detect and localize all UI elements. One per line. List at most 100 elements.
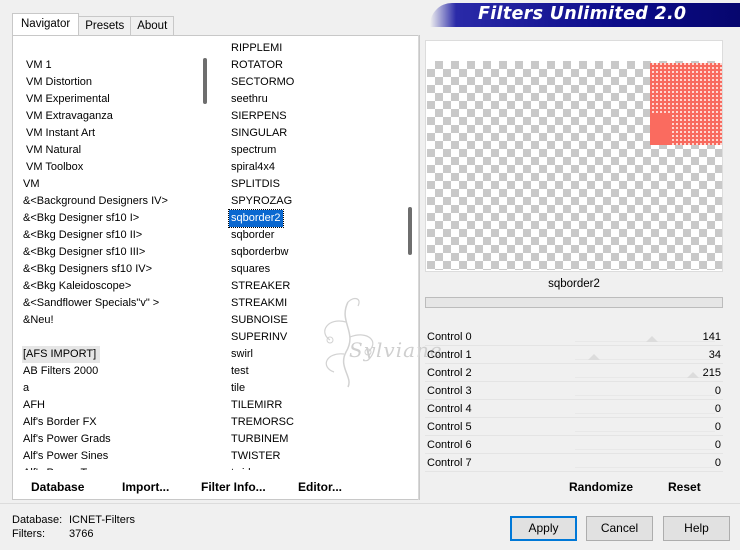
filter-item[interactable]: TWISTER bbox=[229, 448, 283, 465]
filter-item[interactable]: SIERPENS bbox=[229, 108, 289, 125]
category-list[interactable]: VM 1 VM Distortion VM Experimental VM Extra… bbox=[15, 40, 210, 470]
control-value: 0 bbox=[714, 403, 721, 415]
category-item[interactable]: VM Distortion bbox=[25, 74, 93, 91]
control-label: Control 4 bbox=[427, 403, 472, 415]
category-item[interactable]: Alf's Border FX bbox=[22, 414, 98, 431]
app-title: Filters Unlimited 2.0 bbox=[478, 4, 687, 24]
filter-item[interactable]: STREAKER bbox=[229, 278, 292, 295]
filter-item[interactable]: SPYROZAG bbox=[229, 193, 294, 210]
category-item[interactable]: &<Bkg Designer sf10 II> bbox=[22, 227, 143, 244]
control-label: Control 5 bbox=[427, 421, 472, 433]
filter-item[interactable]: sqborder2 bbox=[228, 209, 284, 228]
category-item[interactable]: Alf's Power Toys bbox=[22, 465, 104, 470]
control-separator bbox=[425, 471, 723, 472]
control-slider[interactable] bbox=[575, 467, 715, 468]
status-area: Database: ICNET-Filters Filters: 3766 bbox=[12, 514, 135, 541]
control-slider[interactable] bbox=[575, 395, 715, 396]
control-slider-thumb[interactable] bbox=[587, 354, 600, 360]
category-item[interactable]: VM Natural bbox=[25, 142, 82, 159]
control-row: Control 0 141 bbox=[425, 328, 723, 346]
control-label: Control 1 bbox=[427, 349, 472, 361]
filter-item[interactable]: spectrum bbox=[229, 142, 278, 159]
category-item[interactable]: VM Toolbox bbox=[25, 159, 84, 176]
category-scrollbar[interactable] bbox=[203, 58, 207, 104]
filter-item[interactable]: sqborderbw bbox=[229, 244, 290, 261]
tab-navigator[interactable]: Navigator bbox=[12, 13, 80, 36]
panel-divider bbox=[418, 35, 419, 500]
category-item[interactable]: &<Background Designers IV> bbox=[22, 193, 169, 210]
control-slider-thumb[interactable] bbox=[687, 372, 700, 378]
category-item[interactable]: AFH bbox=[22, 397, 46, 414]
category-item[interactable]: Alf's Power Grads bbox=[22, 431, 112, 448]
category-item[interactable]: VM Experimental bbox=[25, 91, 111, 108]
control-slider-thumb[interactable] bbox=[646, 336, 659, 342]
control-slider[interactable] bbox=[575, 449, 715, 450]
category-item[interactable]: &Neu! bbox=[22, 312, 55, 329]
database-button[interactable]: Database bbox=[31, 479, 84, 496]
category-item[interactable]: &<Bkg Designer sf10 III> bbox=[22, 244, 146, 261]
randomize-button[interactable]: Randomize bbox=[569, 479, 633, 496]
filter-item[interactable]: ROTATOR bbox=[229, 57, 285, 74]
category-item[interactable]: VM Extravaganza bbox=[25, 108, 114, 125]
import-button[interactable]: Import... bbox=[122, 479, 169, 496]
database-label: Database: bbox=[12, 514, 63, 526]
preview-solid-block bbox=[650, 113, 672, 145]
category-item[interactable]: &<Bkg Designer sf10 I> bbox=[22, 210, 140, 227]
control-value: 215 bbox=[702, 367, 721, 379]
control-label: Control 7 bbox=[427, 457, 472, 469]
filter-item[interactable]: sqborder bbox=[229, 227, 276, 244]
category-item[interactable]: VM Instant Art bbox=[25, 125, 96, 142]
filter-item[interactable]: swirl bbox=[229, 346, 255, 363]
filter-item[interactable]: SPLITDIS bbox=[229, 176, 282, 193]
category-item[interactable]: &<Bkg Designers sf10 IV> bbox=[22, 261, 153, 278]
category-item[interactable] bbox=[22, 329, 24, 346]
filter-item[interactable]: SUPERINV bbox=[229, 329, 289, 346]
control-row: Control 1 34 bbox=[425, 346, 723, 364]
filter-scrollbar[interactable] bbox=[408, 207, 412, 255]
filter-item[interactable]: SUBNOISE bbox=[229, 312, 290, 329]
control-slider[interactable] bbox=[575, 413, 715, 414]
reset-button[interactable]: Reset bbox=[668, 479, 701, 496]
database-value: ICNET-Filters bbox=[69, 514, 135, 526]
filter-item[interactable]: SINGULAR bbox=[229, 125, 289, 142]
control-label: Control 6 bbox=[427, 439, 472, 451]
category-item[interactable]: [AFS IMPORT] bbox=[22, 346, 101, 363]
filter-item[interactable]: SECTORMO bbox=[229, 74, 296, 91]
filters-label: Filters: bbox=[12, 527, 45, 540]
filter-item[interactable]: seethru bbox=[229, 91, 270, 108]
apply-button[interactable]: Apply bbox=[510, 516, 577, 541]
category-item[interactable]: VM bbox=[22, 176, 41, 193]
progress-bar bbox=[425, 297, 723, 308]
filter-item[interactable]: tile bbox=[229, 380, 247, 397]
control-slider[interactable] bbox=[575, 431, 715, 432]
tab-about[interactable]: About bbox=[130, 16, 175, 36]
filter-item[interactable]: TILEMIRR bbox=[229, 397, 284, 414]
category-item[interactable]: a bbox=[22, 380, 30, 397]
control-slider[interactable] bbox=[575, 341, 715, 342]
filter-list[interactable]: RIPPLEMI ROTATOR SECTORMO seethru SIERPENS SI… bbox=[220, 40, 415, 470]
filter-info-button[interactable]: Filter Info... bbox=[201, 479, 266, 496]
cancel-button[interactable]: Cancel bbox=[586, 516, 653, 541]
tab-presets[interactable]: Presets bbox=[78, 16, 132, 36]
category-item[interactable]: &<Sandflower Specials"v" > bbox=[22, 295, 160, 312]
filter-item[interactable]: spiral4x4 bbox=[229, 159, 277, 176]
filter-item[interactable]: twirl bbox=[229, 465, 253, 470]
control-value: 0 bbox=[714, 421, 721, 433]
filter-item[interactable]: TREMORSC bbox=[229, 414, 296, 431]
preview-pane bbox=[425, 40, 723, 272]
control-label: Control 3 bbox=[427, 385, 472, 397]
editor-button[interactable]: Editor... bbox=[298, 479, 342, 496]
category-item[interactable]: VM 1 bbox=[25, 57, 53, 74]
help-button[interactable]: Help bbox=[663, 516, 730, 541]
control-row: Control 5 0 bbox=[425, 418, 723, 436]
filter-item[interactable]: squares bbox=[229, 261, 272, 278]
filter-item[interactable]: STREAKMI bbox=[229, 295, 289, 312]
category-item[interactable]: AB Filters 2000 bbox=[22, 363, 99, 380]
filter-item[interactable]: TURBINEM bbox=[229, 431, 290, 448]
current-filter-name: sqborder2 bbox=[425, 272, 723, 296]
category-item[interactable]: &<Bkg Kaleidoscope> bbox=[22, 278, 132, 295]
filter-item[interactable]: test bbox=[229, 363, 251, 380]
category-item[interactable]: Alf's Power Sines bbox=[22, 448, 109, 465]
filter-item[interactable]: RIPPLEMI bbox=[229, 40, 284, 57]
control-value: 0 bbox=[714, 439, 721, 451]
